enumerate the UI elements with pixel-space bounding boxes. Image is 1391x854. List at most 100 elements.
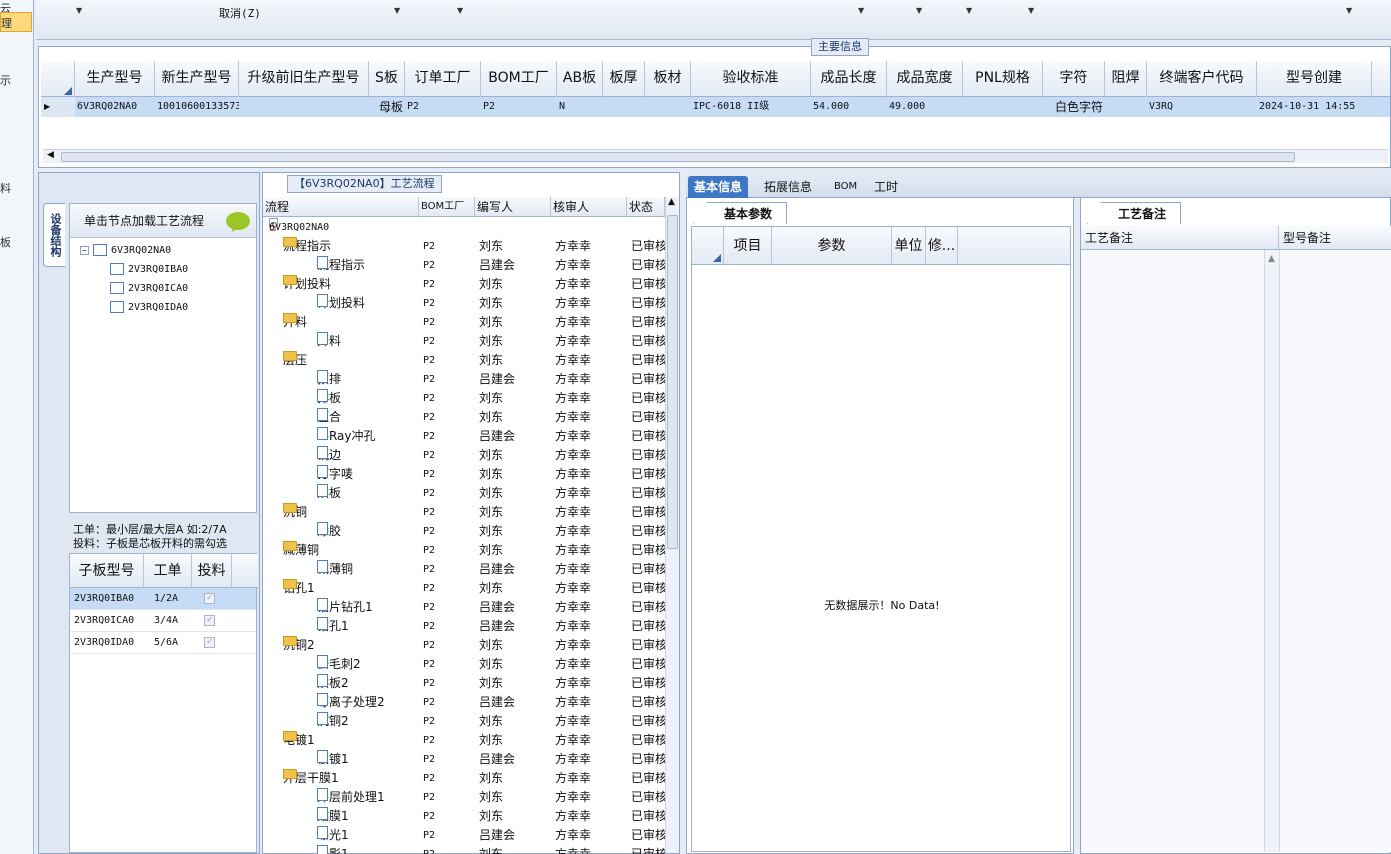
col-modify[interactable]: 修...: [926, 227, 958, 265]
main-col-header[interactable]: 终端客户代码: [1147, 61, 1257, 97]
flow-root[interactable]: − ⌂ 6V3RQ02NA0: [263, 218, 665, 237]
collapse-icon[interactable]: −: [80, 245, 89, 255]
tab-basic-info[interactable]: 基本信息: [688, 176, 749, 198]
flow-vertical-scrollbar[interactable]: ▲: [665, 197, 679, 853]
dropdown-arrow-icon[interactable]: ▼: [394, 6, 400, 15]
main-col-header[interactable]: PNL规格: [963, 61, 1043, 97]
table-row[interactable]: 2V3RQ0ICA0 3/4A ✓: [70, 610, 256, 632]
flow-row[interactable]: 曝光1 P2 吕建会 方幸幸 已审核: [263, 826, 665, 845]
col-subboard[interactable]: 子板型号: [70, 554, 144, 588]
flow-row[interactable]: 钻孔1 P2 吕建会 方幸幸 已审核: [263, 617, 665, 636]
col-param[interactable]: 参数: [772, 227, 892, 265]
flow-row[interactable]: −外层干膜1P2刘东方幸幸已审核: [263, 769, 665, 788]
flow-row[interactable]: −沉铜2P2刘东方幸幸已审核: [263, 636, 665, 655]
flow-row[interactable]: 除胶 P2 刘东 方幸幸 已审核: [263, 522, 665, 541]
col-item[interactable]: 项目: [724, 227, 772, 265]
dropdown-arrow-icon[interactable]: ▼: [966, 6, 972, 15]
flow-row[interactable]: 流程指示 P2 吕建会 方幸幸 已审核: [263, 256, 665, 275]
main-grid-row[interactable]: ▶ 6V3RQ02NA0 10010600133573 母板 P2 P2 N IPC-601…: [41, 97, 1390, 117]
flow-row[interactable]: 铝片钻孔1 P2 吕建会 方幸幸 已审核: [263, 598, 665, 617]
scroll-left-icon[interactable]: ◀: [47, 150, 54, 160]
dropdown-arrow-icon[interactable]: ▼: [858, 6, 864, 15]
dropdown-arrow-icon[interactable]: ▼: [76, 6, 82, 15]
col-status[interactable]: 状态: [627, 197, 665, 217]
dropdown-arrow-icon[interactable]: ▼: [1028, 6, 1034, 15]
main-col-header[interactable]: 板厚: [603, 61, 645, 97]
flow-row[interactable]: −流程指示P2刘东方幸幸已审核: [263, 237, 665, 256]
col-reviewer[interactable]: 核审人: [551, 197, 627, 217]
main-col-header[interactable]: S板: [369, 61, 405, 97]
main-col-header[interactable]: 成品长度: [811, 61, 887, 97]
flow-row[interactable]: 打字唛 P2 刘东 方幸幸 已审核: [263, 465, 665, 484]
dropdown-arrow-icon[interactable]: ▼: [1346, 6, 1352, 15]
main-col-header[interactable]: 验收标准: [691, 61, 811, 97]
flow-row[interactable]: 压合 P2 刘东 方幸幸 已审核: [263, 408, 665, 427]
tree-root[interactable]: −6V3RQ02NA0: [80, 242, 171, 260]
model-note-textarea[interactable]: [1279, 250, 1391, 852]
flow-row[interactable]: −钻孔1P2刘东方幸幸已审核: [263, 579, 665, 598]
flow-row[interactable]: 沉铜2 P2 刘东 方幸幸 已审核: [263, 712, 665, 731]
nav-item-2[interactable]: 示: [0, 72, 11, 88]
tab-work-hours[interactable]: 工时: [868, 176, 904, 198]
scroll-up-icon[interactable]: ▲: [1268, 254, 1275, 264]
notes-scrollbar[interactable]: ▲: [1264, 250, 1279, 852]
flow-row[interactable]: 铣边 P2 刘东 方幸幸 已审核: [263, 446, 665, 465]
scrollbar-thumb[interactable]: [61, 152, 1295, 162]
tab-structure[interactable]: 设备结构: [43, 203, 65, 267]
col-model-note[interactable]: 型号备注: [1279, 226, 1391, 250]
tab-bom[interactable]: BOM: [828, 176, 863, 198]
feed-checkbox[interactable]: ✓: [204, 637, 215, 648]
tree-child[interactable]: 2V3RQ0IDA0: [110, 299, 188, 317]
table-row[interactable]: 2V3RQ0IBA0 1/2A ✓: [70, 588, 256, 610]
flow-row[interactable]: 烘板2 P2 刘东 方幸幸 已审核: [263, 674, 665, 693]
flow-row[interactable]: 板镀1 P2 吕建会 方幸幸 已审核: [263, 750, 665, 769]
flow-row[interactable]: 显影1P2刘东方幸幸已审核: [263, 845, 665, 854]
main-col-header[interactable]: 阻焊: [1105, 61, 1147, 97]
nav-item-3[interactable]: 料: [0, 180, 11, 196]
feed-checkbox[interactable]: ✓: [204, 615, 215, 626]
cancel-button[interactable]: 取消(Z): [219, 5, 261, 21]
flow-row[interactable]: 开料 P2 刘东 方幸幸 已审核: [263, 332, 665, 351]
flow-row[interactable]: −沉铜P2刘东方幸幸已审核: [263, 503, 665, 522]
nav-item-4[interactable]: 板: [0, 234, 11, 250]
flow-row[interactable]: 减薄铜 P2 吕建会 方幸幸 已审核: [263, 560, 665, 579]
main-col-header[interactable]: 升级前旧生产型号: [239, 61, 369, 97]
main-col-header[interactable]: AB板: [557, 61, 603, 97]
horizontal-scrollbar[interactable]: ◀: [43, 149, 1388, 163]
main-col-header[interactable]: 新生产型号: [155, 61, 239, 97]
process-note-textarea[interactable]: [1081, 250, 1264, 852]
row-selector-header[interactable]: [41, 61, 75, 97]
flow-row[interactable]: 预排 P2 吕建会 方幸幸 已审核: [263, 370, 665, 389]
flow-row[interactable]: 烘板 P2 刘东 方幸幸 已审核: [263, 484, 665, 503]
scrollbar-thumb[interactable]: [667, 215, 678, 549]
col-workorder[interactable]: 工单: [144, 554, 192, 588]
table-row[interactable]: 2V3RQ0IDA0 5/6A ✓: [70, 632, 256, 654]
flow-row[interactable]: X-Ray冲孔 P2 吕建会 方幸幸 已审核: [263, 427, 665, 446]
flow-row[interactable]: 等离子处理2 P2 吕建会 方幸幸 已审核: [263, 693, 665, 712]
flow-row[interactable]: −电镀1P2刘东方幸幸已审核: [263, 731, 665, 750]
scroll-up-icon[interactable]: ▲: [668, 197, 675, 207]
flow-row[interactable]: 排板 P2 刘东 方幸幸 已审核: [263, 389, 665, 408]
col-writer[interactable]: 编写人: [475, 197, 551, 217]
flow-row[interactable]: 贴膜1 P2 刘东 方幸幸 已审核: [263, 807, 665, 826]
flow-row[interactable]: −开料P2刘东方幸幸已审核: [263, 313, 665, 332]
row-selector-header[interactable]: [692, 227, 724, 265]
main-col-header[interactable]: BOM工厂: [481, 61, 557, 97]
nav-item-selected[interactable]: 理: [0, 12, 32, 32]
main-col-header[interactable]: 生产型号: [75, 61, 155, 97]
flow-row[interactable]: 外层前处理1 P2 刘东 方幸幸 已审核: [263, 788, 665, 807]
tree-child[interactable]: 2V3RQ0IBA0: [110, 261, 188, 279]
col-flow[interactable]: 流程: [263, 197, 419, 217]
col-bom[interactable]: BOM工厂: [419, 197, 475, 217]
dropdown-arrow-icon[interactable]: ▼: [457, 6, 463, 15]
dropdown-arrow-icon[interactable]: ▼: [916, 6, 922, 15]
flow-row[interactable]: 去毛刺2 P2 刘东 方幸幸 已审核: [263, 655, 665, 674]
flow-row[interactable]: −减薄铜P2刘东方幸幸已审核: [263, 541, 665, 560]
col-feed[interactable]: 投料: [192, 554, 232, 588]
flow-row[interactable]: −计划投料P2刘东方幸幸已审核: [263, 275, 665, 294]
flow-row[interactable]: 计划投料 P2 刘东 方幸幸 已审核: [263, 294, 665, 313]
subtab-process-notes[interactable]: 工艺备注: [1087, 202, 1182, 224]
main-col-header[interactable]: 订单工厂: [405, 61, 481, 97]
main-col-header[interactable]: 成品宽度: [887, 61, 963, 97]
tree-child[interactable]: 2V3RQ0ICA0: [110, 280, 188, 298]
